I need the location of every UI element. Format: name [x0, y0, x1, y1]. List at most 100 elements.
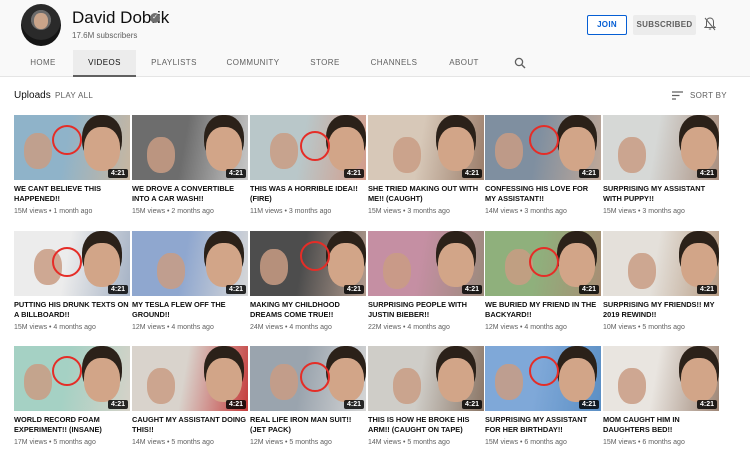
video-views: 12M views: [250, 439, 284, 446]
play-all-link[interactable]: PLAY ALL: [55, 91, 93, 100]
video-age: 5 months ago: [171, 439, 214, 446]
tab-store[interactable]: STORE: [303, 50, 347, 76]
video-views: 15M views: [14, 208, 48, 215]
video-meta: 12M views • 4 months ago: [485, 324, 601, 331]
video-title[interactable]: MAKING MY CHILDHOOD DREAMS COME TRUE!!: [250, 300, 366, 319]
video-views: 15M views: [132, 208, 166, 215]
video-duration: 4:21: [696, 285, 717, 294]
video-age: 3 months ago: [288, 208, 332, 215]
video-title[interactable]: CONFESSING HIS LOVE FOR MY ASSISTANT!!: [485, 184, 601, 203]
video-thumbnail[interactable]: 4:21: [14, 115, 130, 180]
video-duration: 4:21: [107, 285, 128, 294]
video-meta: 12M views • 5 months ago: [250, 439, 366, 446]
video-title[interactable]: WE BURIED MY FRIEND IN THE BACKYARD!!: [485, 300, 601, 319]
tab-home[interactable]: HOME: [20, 50, 66, 76]
video-age: 6 months ago: [524, 439, 567, 446]
video-views: 22M views: [368, 324, 402, 331]
video-thumbnail[interactable]: 4:21: [368, 115, 484, 180]
video-title[interactable]: REAL LIFE IRON MAN SUIT!! (JET PACK): [250, 415, 366, 434]
channel-avatar[interactable]: [21, 4, 61, 46]
video-thumbnail[interactable]: 4:21: [250, 346, 366, 411]
sort-icon[interactable]: [672, 91, 683, 100]
video-thumbnail[interactable]: 4:21: [485, 346, 601, 411]
video-views: 10M views: [603, 324, 637, 331]
video-views: 17M views: [14, 439, 48, 446]
video-duration: 4:21: [461, 400, 482, 409]
video-duration: 4:21: [578, 169, 599, 178]
video-thumbnail[interactable]: 4:21: [250, 231, 366, 296]
join-button[interactable]: JOIN: [587, 15, 627, 35]
video-views: 15M views: [14, 324, 48, 331]
tab-about[interactable]: ABOUT: [443, 50, 485, 76]
video-thumbnail[interactable]: 4:21: [485, 231, 601, 296]
video-title[interactable]: CAUGHT MY ASSISTANT DOING THIS!!: [132, 415, 248, 434]
video-title[interactable]: PUTTING HIS DRUNK TEXTS ON A BILLBOARD!!: [14, 300, 130, 319]
video-views: 12M views: [485, 324, 519, 331]
tab-videos[interactable]: VIDEOS: [73, 50, 136, 77]
video-meta: 15M views • 3 months ago: [368, 208, 484, 215]
bell-off-icon[interactable]: [704, 17, 716, 31]
video-title[interactable]: SURPRISING MY FRIENDS!! MY 2019 REWIND!!: [603, 300, 719, 319]
video-thumbnail[interactable]: 4:21: [132, 115, 248, 180]
tab-playlists[interactable]: PLAYLISTS: [146, 50, 202, 76]
video-meta: 15M views • 2 months ago: [132, 208, 248, 215]
video-thumbnail[interactable]: 4:21: [132, 346, 248, 411]
video-duration: 4:21: [343, 169, 364, 178]
channel-header: David Dobrik ✓ 17.6M subscribers JOIN SU…: [0, 0, 750, 50]
video-meta: 12M views • 4 months ago: [132, 324, 248, 331]
video-thumbnail[interactable]: 4:21: [14, 346, 130, 411]
video-meta: 14M views • 5 months ago: [132, 439, 248, 446]
video-age: 6 months ago: [642, 439, 685, 446]
video-title[interactable]: THIS WAS A HORRIBLE IDEA!! (FIRE): [250, 184, 366, 203]
video-thumbnail[interactable]: 4:21: [368, 346, 484, 411]
video-age: 3 months ago: [524, 208, 567, 215]
video-views: 15M views: [368, 208, 402, 215]
video-age: 5 months ago: [53, 439, 96, 446]
video-age: 3 months ago: [407, 208, 450, 215]
video-views: 14M views: [368, 439, 402, 446]
subscribed-button[interactable]: SUBSCRIBED: [633, 15, 696, 35]
video-meta: 11M views • 3 months ago: [250, 208, 366, 215]
video-thumbnail[interactable]: 4:21: [603, 346, 719, 411]
video-title[interactable]: WORLD RECORD FOAM EXPERIMENT!! (INSANE): [14, 415, 130, 434]
video-duration: 4:21: [578, 400, 599, 409]
video-thumbnail[interactable]: 4:21: [368, 231, 484, 296]
video-thumbnail[interactable]: 4:21: [132, 231, 248, 296]
video-duration: 4:21: [696, 169, 717, 178]
video-meta: 15M views • 6 months ago: [485, 439, 601, 446]
video-thumbnail[interactable]: 4:21: [603, 231, 719, 296]
video-age: 5 months ago: [407, 439, 450, 446]
video-duration: 4:21: [461, 285, 482, 294]
video-title[interactable]: THIS IS HOW HE BROKE HIS ARM!! (CAUGHT O…: [368, 415, 484, 434]
video-title[interactable]: SHE TRIED MAKING OUT WITH ME!! (CAUGHT): [368, 184, 484, 203]
search-icon[interactable]: [514, 57, 526, 69]
video-meta: 10M views • 5 months ago: [603, 324, 719, 331]
video-thumbnail[interactable]: 4:21: [14, 231, 130, 296]
video-title[interactable]: WE CANT BELIEVE THIS HAPPENED!!: [14, 184, 130, 203]
video-meta: 24M views • 4 months ago: [250, 324, 366, 331]
video-age: 4 months ago: [171, 324, 214, 331]
video-duration: 4:21: [225, 169, 246, 178]
video-duration: 4:21: [225, 285, 246, 294]
video-title[interactable]: SURPRISING PEOPLE WITH JUSTIN BIEBER!!: [368, 300, 484, 319]
video-views: 14M views: [132, 439, 166, 446]
video-age: 4 months ago: [407, 324, 450, 331]
uploads-title: Uploads: [14, 90, 51, 101]
video-age: 3 months ago: [642, 208, 685, 215]
video-title[interactable]: MY TESLA FLEW OFF THE GROUND!!: [132, 300, 248, 319]
video-views: 15M views: [485, 439, 519, 446]
video-title[interactable]: MOM CAUGHT HIM IN DAUGHTERS BED!!: [603, 415, 719, 434]
video-thumbnail[interactable]: 4:21: [485, 115, 601, 180]
video-views: 15M views: [603, 439, 637, 446]
video-title[interactable]: WE DROVE A CONVERTIBLE INTO A CAR WASH!!: [132, 184, 248, 203]
subscriber-count: 17.6M subscribers: [72, 31, 138, 40]
video-age: 4 months ago: [289, 324, 332, 331]
tab-channels[interactable]: CHANNELS: [366, 50, 422, 76]
sort-by-button[interactable]: SORT BY: [690, 91, 727, 100]
video-thumbnail[interactable]: 4:21: [603, 115, 719, 180]
video-thumbnail[interactable]: 4:21: [250, 115, 366, 180]
tab-community[interactable]: COMMUNITY: [222, 50, 284, 76]
video-title[interactable]: SURPRISING MY ASSISTANT WITH PUPPY!!: [603, 184, 719, 203]
video-age: 2 months ago: [171, 208, 214, 215]
video-title[interactable]: SURPRISING MY ASSISTANT FOR HER BIRTHDAY…: [485, 415, 601, 434]
